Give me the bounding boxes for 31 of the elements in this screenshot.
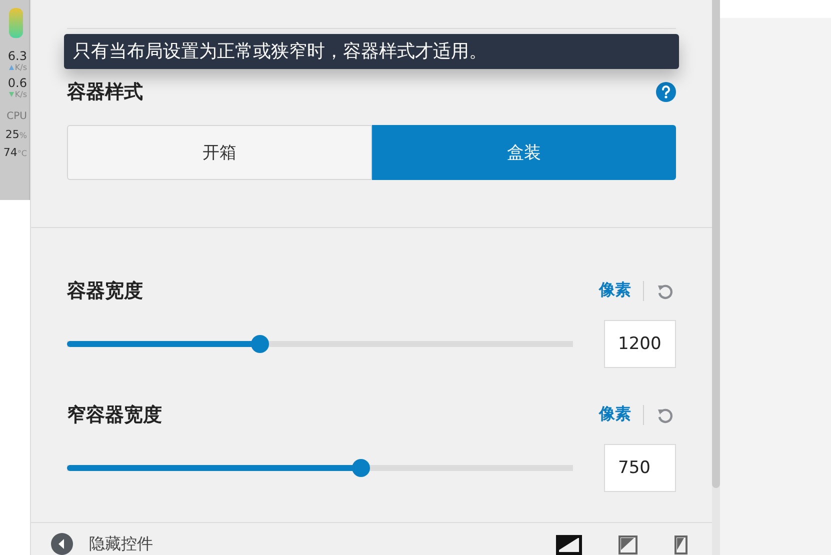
number-field[interactable]: 1200 [604, 320, 676, 368]
up-arrow-icon [8, 65, 14, 70]
monitor-value: 0.6 [8, 77, 27, 90]
monitor-value: 25 [5, 128, 20, 141]
monitor-unit: K/s [14, 90, 27, 99]
hide-controls-label[interactable]: 隐藏控件 [89, 534, 153, 554]
monitor-unit: °C [17, 148, 27, 160]
number-field[interactable]: 750 [604, 444, 676, 492]
tablet-icon[interactable] [618, 535, 638, 555]
back-icon[interactable] [51, 533, 73, 555]
desktop-icon[interactable] [556, 535, 582, 555]
unit-link[interactable]: 像素 [599, 404, 631, 426]
help-icon[interactable] [656, 82, 676, 102]
setting-label: 容器宽度 [67, 278, 143, 304]
setting-label: 窄容器宽度 [67, 402, 162, 428]
gauge-icon [9, 8, 23, 38]
section-title: 容器样式 [67, 80, 143, 105]
down-arrow-icon [8, 92, 14, 97]
monitor-value: 74 [3, 146, 18, 159]
unit-link[interactable]: 像素 [599, 280, 631, 302]
slider-thumb[interactable] [352, 458, 370, 477]
monitor-unit: K/s [14, 63, 27, 72]
tooltip: 只有当布局设置为正常或狭窄时，容器样式才适用。 [64, 34, 679, 69]
monitor-value: CPU [6, 110, 27, 123]
segment-button[interactable]: 开箱 [67, 125, 372, 180]
segment-button[interactable]: 盒装 [372, 125, 676, 180]
scrollbar-thumb[interactable] [712, 0, 720, 488]
monitor-unit: % [19, 130, 27, 142]
mobile-icon[interactable] [674, 535, 688, 555]
monitor-value: 6.3 [8, 50, 27, 63]
slider-thumb[interactable] [250, 334, 269, 353]
